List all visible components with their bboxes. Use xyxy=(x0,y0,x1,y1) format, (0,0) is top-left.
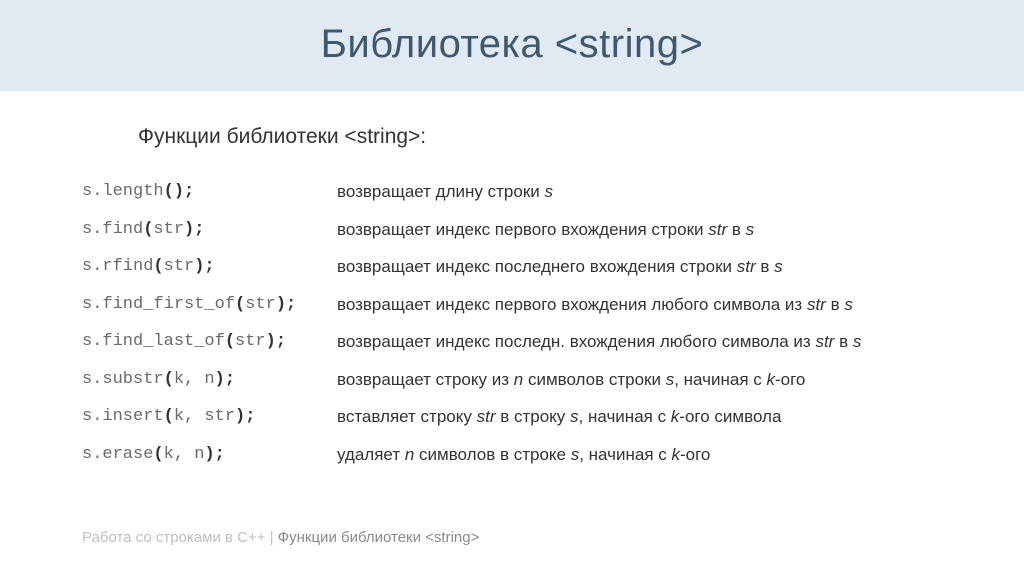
table-row: s.rfind(str);возвращает индекс последнег… xyxy=(82,248,942,286)
content-area: Функции библиотеки <string>: s.length();… xyxy=(0,91,1024,473)
functions-table: s.length();возвращает длину строки ss.fi… xyxy=(82,173,942,473)
function-signature: s.find_first_of(str); xyxy=(82,286,337,324)
function-signature: s.substr(k, n); xyxy=(82,361,337,399)
function-description: возвращает индекс первого вхождения стро… xyxy=(337,211,942,249)
function-signature: s.find_last_of(str); xyxy=(82,323,337,361)
section-subtitle: Функции библиотеки <string>: xyxy=(138,125,942,149)
slide-container: { "title": "Библиотека <string>", "subti… xyxy=(0,0,1024,574)
function-description: удаляет n символов в строке s, начиная с… xyxy=(337,436,942,474)
function-description: возвращает длину строки s xyxy=(337,173,942,211)
table-row: s.length();возвращает длину строки s xyxy=(82,173,942,211)
function-signature: s.find(str); xyxy=(82,211,337,249)
function-description: возвращает строку из n символов строки s… xyxy=(337,361,942,399)
function-description: возвращает индекс последн. вхождения люб… xyxy=(337,323,942,361)
table-row: s.find(str);возвращает индекс первого вх… xyxy=(82,211,942,249)
table-row: s.find_first_of(str);возвращает индекс п… xyxy=(82,286,942,324)
function-description: возвращает индекс первого вхождения любо… xyxy=(337,286,942,324)
function-description: возвращает индекс последнего вхождения с… xyxy=(337,248,942,286)
page-title: Библиотека <string> xyxy=(0,22,1024,67)
function-description: вставляет строку str в строку s, начиная… xyxy=(337,398,942,436)
function-signature: s.rfind(str); xyxy=(82,248,337,286)
title-band: Библиотека <string> xyxy=(0,0,1024,91)
table-row: s.erase(k, n);удаляет n символов в строк… xyxy=(82,436,942,474)
footer-breadcrumb: Работа со строками в C++ | Функции библи… xyxy=(82,529,479,546)
table-row: s.insert(k, str);вставляет строку str в … xyxy=(82,398,942,436)
table-row: s.find_last_of(str);возвращает индекс по… xyxy=(82,323,942,361)
footer-dark: Функции библиотеки <string> xyxy=(278,529,480,546)
table-row: s.substr(k, n);возвращает строку из n си… xyxy=(82,361,942,399)
function-signature: s.insert(k, str); xyxy=(82,398,337,436)
function-signature: s.length(); xyxy=(82,173,337,211)
function-signature: s.erase(k, n); xyxy=(82,436,337,474)
footer-light: Работа со строками в C++ | xyxy=(82,529,278,546)
